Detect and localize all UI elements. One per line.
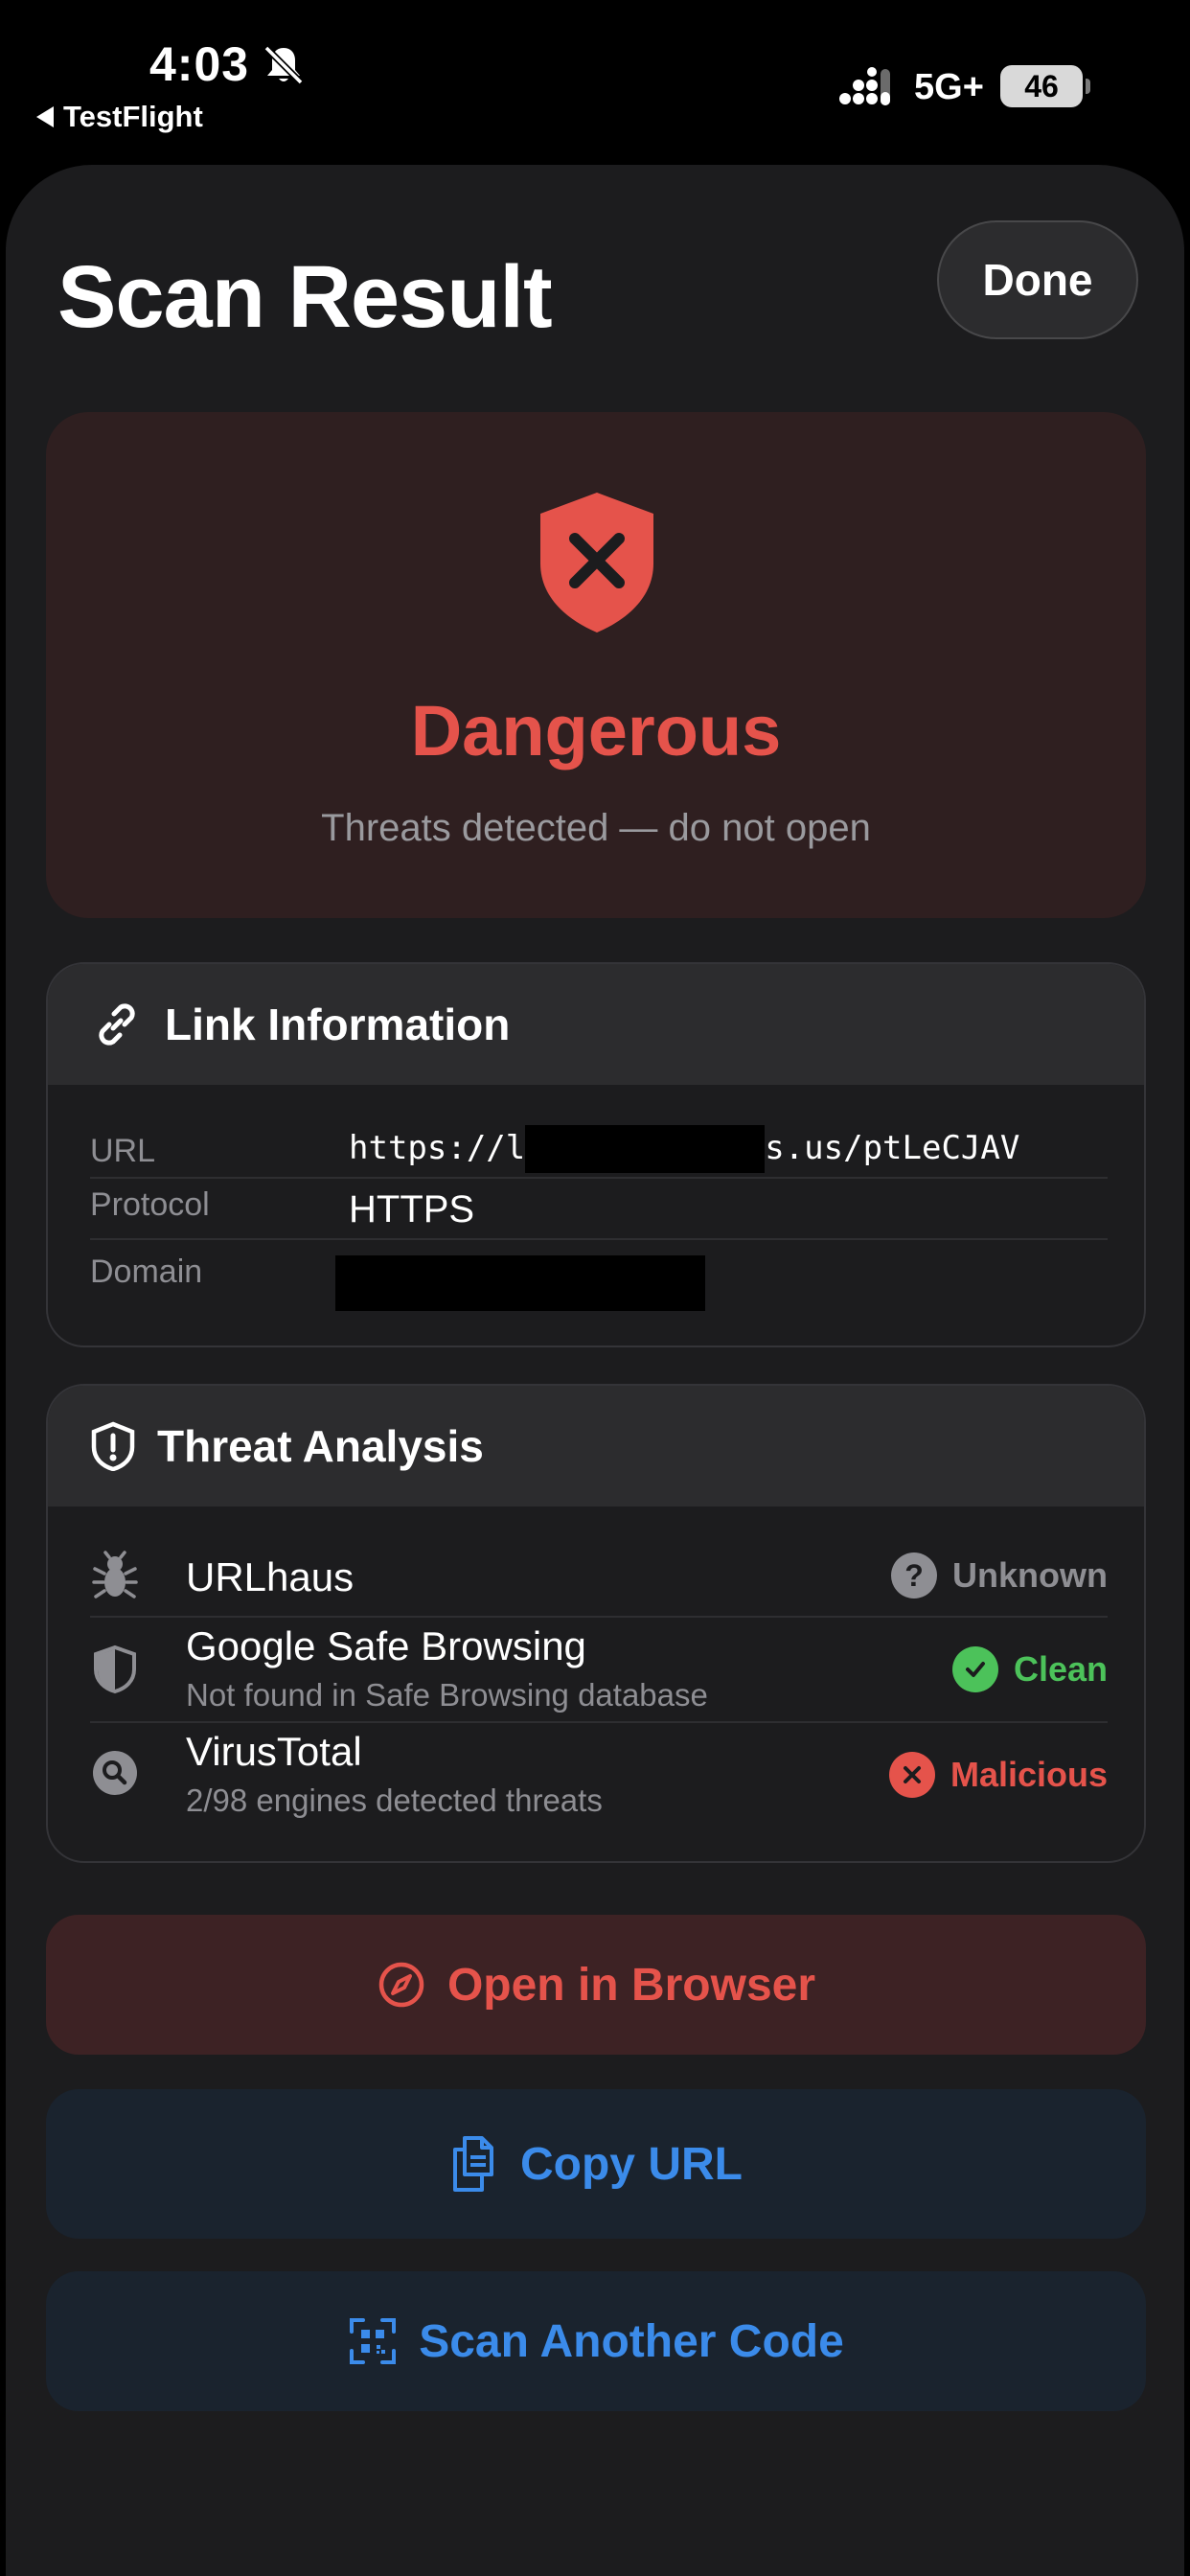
scan-result-sheet: Scan Result Done Dangerous Threats detec…: [6, 165, 1184, 2576]
redaction-bar: [525, 1125, 765, 1173]
info-label-domain: Domain: [90, 1254, 203, 1290]
done-button[interactable]: Done: [937, 220, 1138, 339]
battery-indicator: 46: [1000, 65, 1083, 107]
verdict-subtitle: Threats detected — do not open: [321, 807, 871, 849]
copy-document-icon: [453, 2136, 493, 2192]
info-row-url: URL https://l s.us/ptLeCJAV: [90, 1125, 1108, 1179]
question-icon: ?: [891, 1552, 938, 1598]
back-to-app-button[interactable]: TestFlight: [36, 100, 203, 134]
threat-status-malicious: Malicious: [888, 1752, 1108, 1798]
info-row-domain: Domain: [90, 1240, 1108, 1317]
threat-analysis-heading: Threat Analysis: [157, 1421, 484, 1471]
threat-source-description: 2/98 engines detected threats: [186, 1782, 603, 1818]
threat-source-row: URLhaus ? Unknown: [90, 1541, 1108, 1618]
threat-source-name: URLhaus: [186, 1554, 355, 1599]
threat-status-label: Unknown: [952, 1555, 1108, 1595]
threat-analysis-header: Threat Analysis: [48, 1386, 1144, 1506]
battery-tip: [1086, 79, 1090, 94]
x-circle-icon: [888, 1752, 935, 1798]
link-information-heading: Link Information: [165, 1000, 511, 1049]
info-label-protocol: Protocol: [90, 1186, 210, 1223]
verdict-title: Dangerous: [410, 691, 782, 770]
threat-status-label: Malicious: [950, 1755, 1108, 1794]
shield-x-icon: [540, 493, 653, 632]
scan-another-code-label: Scan Another Code: [419, 2315, 844, 2367]
verdict-card: Dangerous Threats detected — do not open: [46, 412, 1146, 918]
page-title: Scan Result: [57, 248, 553, 346]
threat-source-row: Google Safe Browsing Not found in Safe B…: [90, 1618, 1108, 1723]
threat-source-name: Google Safe Browsing: [186, 1623, 586, 1668]
qr-scan-icon: [350, 2318, 397, 2364]
shield-half-icon: [94, 1644, 136, 1694]
threat-analysis-card: Threat Analysis URLhaus ? Unknown Google…: [46, 1384, 1146, 1863]
copy-url-label: Copy URL: [520, 2138, 743, 2190]
info-label-url: URL: [90, 1133, 156, 1169]
protocol-value: HTTPS: [349, 1188, 475, 1230]
silent-bell-icon: [263, 45, 304, 85]
scan-another-code-button[interactable]: Scan Another Code: [46, 2271, 1146, 2411]
url-value-prefix: https://l: [349, 1129, 526, 1167]
threat-source-row: VirusTotal 2/98 engines detected threats…: [90, 1723, 1108, 1828]
back-triangle-icon: [36, 106, 54, 127]
link-information-card: Link Information URL https://l s.us/ptLeC…: [46, 962, 1146, 1347]
threat-source-name: VirusTotal: [186, 1729, 362, 1774]
copy-url-button[interactable]: Copy URL: [46, 2089, 1146, 2239]
link-information-header: Link Information: [48, 964, 1144, 1085]
status-time: 4:03: [149, 37, 250, 91]
threat-status-clean: Clean: [951, 1646, 1108, 1692]
magnifier-icon: [93, 1751, 137, 1795]
signal-icon: [839, 67, 890, 105]
status-bar: 4:03 TestFlight 5G+ 46: [0, 0, 1190, 163]
info-row-protocol: Protocol HTTPS: [90, 1179, 1108, 1240]
shield-exclamation-icon: [91, 1421, 135, 1471]
threat-status-unknown: ? Unknown: [891, 1552, 1108, 1598]
battery-level: 46: [1024, 68, 1059, 104]
open-in-browser-button[interactable]: Open in Browser: [46, 1915, 1146, 2055]
link-icon: [99, 1003, 135, 1046]
network-type: 5G+: [914, 67, 984, 107]
redaction-bar: [335, 1255, 705, 1311]
open-in-browser-label: Open in Browser: [446, 1959, 816, 2011]
url-value-suffix: s.us/ptLeCJAV: [765, 1129, 1020, 1167]
compass-icon: [378, 1962, 424, 2008]
bug-icon: [92, 1551, 138, 1598]
threat-status-label: Clean: [1013, 1649, 1108, 1689]
checkmark-icon: [951, 1646, 998, 1692]
back-app-label: TestFlight: [63, 100, 203, 133]
threat-source-description: Not found in Safe Browsing database: [186, 1677, 708, 1713]
